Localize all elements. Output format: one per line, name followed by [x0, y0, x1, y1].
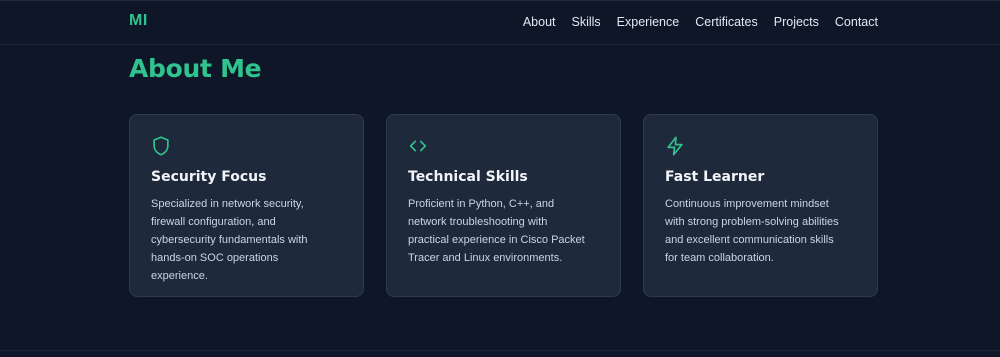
card-title: Technical Skills — [408, 169, 528, 185]
page: MI About Skills Experience Certificates … — [0, 0, 1000, 357]
nav-link-experience[interactable]: Experience — [617, 15, 680, 29]
nav-link-contact[interactable]: Contact — [835, 15, 878, 29]
card-description: Specialized in network security, firewal… — [151, 198, 308, 282]
card-fast-learner: Fast Learner Continuous improvement mind… — [643, 114, 878, 297]
nav-link-certificates[interactable]: Certificates — [695, 15, 758, 29]
section-divider — [0, 350, 1000, 351]
card-technical-skills: Technical Skills Proficient in Python, C… — [386, 114, 621, 297]
code-icon — [407, 135, 429, 157]
card-description: Proficient in Python, C++, and network t… — [408, 198, 585, 264]
main-nav: About Skills Experience Certificates Pro… — [523, 15, 878, 29]
section-title: About Me — [129, 54, 262, 83]
lightning-icon — [664, 135, 686, 157]
shield-icon — [150, 135, 172, 157]
card-description: Continuous improvement mindset with stro… — [665, 198, 839, 264]
nav-link-projects[interactable]: Projects — [774, 15, 819, 29]
card-title: Security Focus — [151, 169, 267, 185]
card-title: Fast Learner — [665, 169, 765, 185]
logo[interactable]: MI — [129, 12, 148, 30]
nav-link-about[interactable]: About — [523, 15, 556, 29]
card-security-focus: Security Focus Specialized in network se… — [129, 114, 364, 297]
nav-link-skills[interactable]: Skills — [572, 15, 601, 29]
top-navbar: MI About Skills Experience Certificates … — [0, 0, 1000, 45]
